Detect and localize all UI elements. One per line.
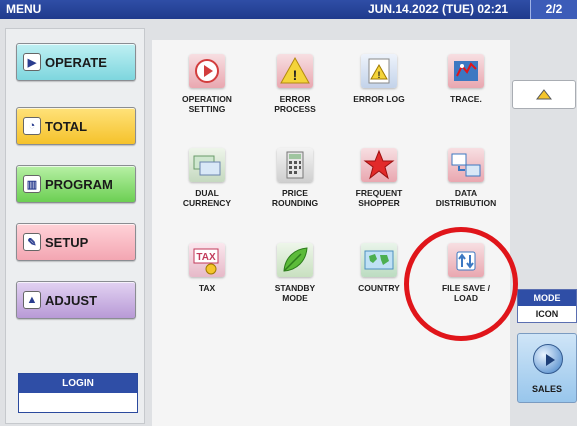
mode-indicator: MODE ICON: [517, 289, 577, 323]
program-label: PROGRAM: [45, 176, 113, 192]
svg-text:TAX: TAX: [196, 252, 216, 263]
leaf-icon: [277, 243, 313, 277]
date-time: JUN.14.2022 (TUE) 02:21: [368, 2, 509, 16]
setup-label: SETUP: [45, 234, 89, 250]
tile-frequent-shopper[interactable]: FREQUENT SHOPPER: [339, 148, 419, 208]
tile-label: DUAL CURRENCY: [182, 188, 232, 208]
tile-standby-mode[interactable]: STANDBY MODE: [255, 243, 335, 303]
tile-label: OPERATION SETTING: [182, 94, 232, 114]
setup-button[interactable]: ✎ SETUP: [16, 223, 136, 261]
page-indicator: 2/2: [530, 0, 577, 19]
tile-trace[interactable]: TRACE.: [426, 54, 506, 104]
tile-label: TAX: [198, 283, 216, 293]
triangle-up-icon: [536, 89, 552, 100]
operation-setting-icon: [189, 54, 225, 88]
warning-icon: !: [277, 54, 313, 88]
tile-label: DATA DISTRIBUTION: [435, 188, 497, 208]
clock-icon: ◔: [23, 117, 41, 135]
calculator-icon: [277, 148, 313, 182]
tile-label: PRICE ROUNDING: [271, 188, 319, 208]
trace-icon: [448, 54, 484, 88]
tile-price-rounding[interactable]: PRICE ROUNDING: [255, 148, 335, 208]
svg-text:!: !: [378, 70, 381, 80]
sales-button[interactable]: SALES: [517, 333, 577, 403]
tile-label: TRACE.: [450, 94, 482, 104]
svg-text:!: !: [293, 67, 298, 83]
sales-label: SALES: [531, 384, 562, 394]
star-icon: [361, 148, 397, 182]
tile-operation-setting[interactable]: OPERATION SETTING: [167, 54, 247, 114]
wrench-icon: ✎: [23, 233, 41, 251]
tile-label: ERROR LOG: [353, 94, 405, 104]
menu-title: MENU: [6, 2, 42, 16]
tile-tax[interactable]: TAX TAX: [167, 243, 247, 293]
tile-label: ERROR PROCESS: [274, 94, 316, 114]
total-label: TOTAL: [45, 118, 88, 134]
highlight-circle: [404, 227, 518, 341]
adjust-label: ADJUST: [45, 292, 98, 308]
data-distribution-icon: [448, 148, 484, 182]
tile-error-log[interactable]: ! ERROR LOG: [339, 54, 419, 104]
currency-icon: [189, 148, 225, 182]
top-bar: MENU JUN.14.2022 (TUE) 02:21 2/2: [0, 0, 577, 19]
login-box[interactable]: LOGIN: [18, 373, 138, 413]
tile-dual-currency[interactable]: DUAL CURRENCY: [167, 148, 247, 208]
operate-button[interactable]: ▶ OPERATE: [16, 43, 136, 81]
category-panel: ▶ OPERATE ◔ TOTAL ▥ PROGRAM ✎ SETUP ▲ AD…: [5, 28, 145, 424]
tile-data-distribution[interactable]: DATA DISTRIBUTION: [426, 148, 506, 208]
play-circle-icon: [533, 344, 563, 374]
operate-label: OPERATE: [45, 54, 107, 70]
adjust-button[interactable]: ▲ ADJUST: [16, 281, 136, 319]
tile-error-process[interactable]: ! ERROR PROCESS: [255, 54, 335, 114]
tile-label: STANDBY MODE: [274, 283, 316, 303]
map-icon: [361, 243, 397, 277]
scroll-up-button[interactable]: [512, 80, 576, 109]
tile-label: FREQUENT SHOPPER: [355, 188, 403, 208]
book-icon: ▥: [23, 175, 41, 193]
adjust-icon: ▲: [23, 291, 41, 309]
play-circle-icon: ▶: [23, 53, 41, 71]
error-log-icon: !: [361, 54, 397, 88]
tax-icon: TAX: [189, 243, 225, 277]
login-label: LOGIN: [19, 374, 137, 393]
program-button[interactable]: ▥ PROGRAM: [16, 165, 136, 203]
mode-label: MODE: [518, 290, 576, 306]
total-button[interactable]: ◔ TOTAL: [16, 107, 136, 145]
mode-value: ICON: [535, 309, 559, 319]
